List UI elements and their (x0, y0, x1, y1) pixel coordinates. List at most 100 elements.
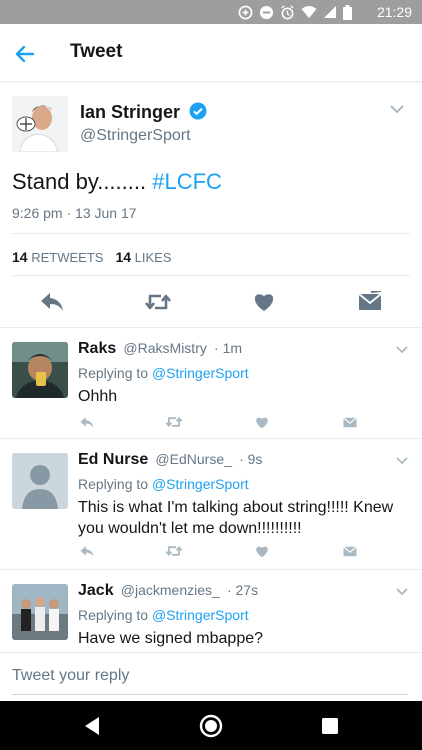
replying-to-mention[interactable]: @StringerSport (152, 607, 249, 623)
heart-icon (254, 294, 274, 311)
avatar[interactable] (12, 96, 68, 152)
square-recents-icon (322, 718, 338, 734)
reply-author-name[interactable]: Ed Nurse (78, 451, 148, 468)
status-bar: 21:29 (0, 0, 422, 24)
input-underline (12, 694, 408, 695)
chevron-down-icon[interactable] (396, 346, 408, 354)
heart-icon (256, 417, 268, 428)
reply-header: Raks @RaksMistry · 1m (78, 340, 242, 358)
like-button[interactable] (253, 414, 271, 430)
reply-icon (41, 293, 63, 311)
heart-icon (256, 546, 268, 557)
retweet-button[interactable] (165, 414, 183, 430)
author-handle[interactable]: @StringerSport (80, 127, 191, 145)
reply-button[interactable] (78, 414, 96, 430)
retweets-count: 14 (12, 249, 28, 265)
tweet-body: Stand by........ (12, 169, 147, 194)
wifi-icon (301, 6, 317, 18)
avatar-image (12, 584, 68, 640)
reply-time: · 1m (214, 340, 243, 356)
reply-icon (80, 545, 94, 557)
status-time: 21:29 (376, 4, 412, 20)
hashtag-link[interactable]: #LCFC (152, 169, 222, 194)
replying-to-mention[interactable]: @StringerSport (152, 365, 249, 381)
reply-composer (0, 652, 422, 701)
direct-message-icon (358, 291, 382, 310)
retweets-stat[interactable]: 14 RETWEETS (12, 249, 103, 265)
chevron-down-icon[interactable] (396, 457, 408, 465)
avatar-image (12, 342, 68, 398)
default-avatar-icon (12, 453, 68, 509)
replying-to-prefix: Replying to (78, 476, 149, 492)
likes-label: LIKES (134, 250, 172, 265)
alarm-icon (281, 4, 294, 19)
replying-to: Replying to @StringerSport (78, 607, 249, 623)
navigation-bar (0, 701, 422, 750)
reply-text: This is what I'm talking about string!!!… (78, 499, 394, 537)
direct-message-button[interactable] (341, 543, 359, 559)
chevron-down-icon[interactable] (390, 104, 404, 114)
nav-home-button[interactable] (198, 713, 224, 739)
triangle-back-icon (85, 717, 99, 735)
reply-author-handle[interactable]: @RaksMistry (123, 340, 206, 356)
avatar-image (12, 96, 68, 152)
reply-item[interactable]: Ed Nurse @EdNurse_ · 9s Replying to @Str… (0, 439, 422, 569)
verified-badge-icon (189, 102, 207, 120)
replying-to-mention[interactable]: @StringerSport (152, 476, 249, 492)
battery-icon (343, 4, 352, 20)
author-name[interactable]: Ian Stringer (80, 102, 180, 123)
back-button[interactable] (12, 41, 38, 67)
reply-author-handle[interactable]: @jackmenzies_ (121, 582, 220, 598)
do-not-disturb-icon (259, 5, 274, 19)
reply-text: Ohhh (78, 388, 118, 405)
reply-item[interactable]: Raks @RaksMistry · 1m Replying to @Strin… (0, 328, 422, 438)
avatar[interactable] (12, 584, 68, 640)
retweet-icon (165, 546, 183, 556)
reply-input[interactable] (12, 667, 408, 685)
data-saver-icon (238, 5, 253, 19)
reply-time: · 27s (226, 582, 259, 598)
replying-to: Replying to @StringerSport (78, 476, 249, 492)
avatar[interactable] (12, 453, 68, 509)
like-button[interactable] (253, 543, 271, 559)
reply-time: · 9s (239, 451, 263, 467)
retweet-button[interactable] (144, 288, 172, 316)
reply-author-name[interactable]: Jack (78, 582, 114, 599)
chevron-down-icon[interactable] (396, 588, 408, 596)
likes-stat[interactable]: 14 LIKES (115, 249, 172, 265)
divider (12, 233, 410, 234)
reply-author-handle[interactable]: @EdNurse_ (155, 451, 231, 467)
avatar[interactable] (12, 342, 68, 398)
nav-recents-button[interactable] (317, 713, 343, 739)
reply-button[interactable] (78, 543, 96, 559)
tweet-text: Stand by........ #LCFC (12, 169, 222, 195)
tweet-timestamp: 9:26 pm · 13 Jun 17 (12, 205, 137, 221)
status-icons (238, 0, 352, 24)
retweet-button[interactable] (165, 543, 183, 559)
arrow-left-icon (15, 45, 35, 63)
reply-item[interactable]: Jack @jackmenzies_ · 27s Replying to @St… (0, 570, 422, 652)
reply-header: Ed Nurse @EdNurse_ · 9s (78, 451, 262, 469)
page-title: Tweet (70, 41, 123, 62)
retweet-icon (165, 417, 183, 427)
reply-author-name[interactable]: Raks (78, 340, 116, 357)
reply-actions (78, 414, 378, 430)
direct-message-icon (343, 545, 357, 556)
direct-message-icon (343, 416, 357, 427)
direct-message-button[interactable] (341, 414, 359, 430)
reply-text: Have we signed mbappe? (78, 630, 264, 647)
reply-actions (78, 543, 378, 559)
replying-to: Replying to @StringerSport (78, 365, 249, 381)
direct-message-button[interactable] (356, 288, 384, 316)
reply-icon (80, 416, 94, 428)
reply-button[interactable] (38, 288, 66, 316)
like-button[interactable] (250, 288, 278, 316)
replying-to-prefix: Replying to (78, 607, 149, 623)
reply-header: Jack @jackmenzies_ · 27s (78, 582, 258, 600)
divider (12, 275, 410, 276)
home-circle-icon (199, 714, 223, 738)
likes-count: 14 (115, 249, 132, 265)
signal-icon (324, 6, 336, 18)
app-bar: Tweet (0, 24, 422, 82)
nav-back-button[interactable] (79, 713, 105, 739)
